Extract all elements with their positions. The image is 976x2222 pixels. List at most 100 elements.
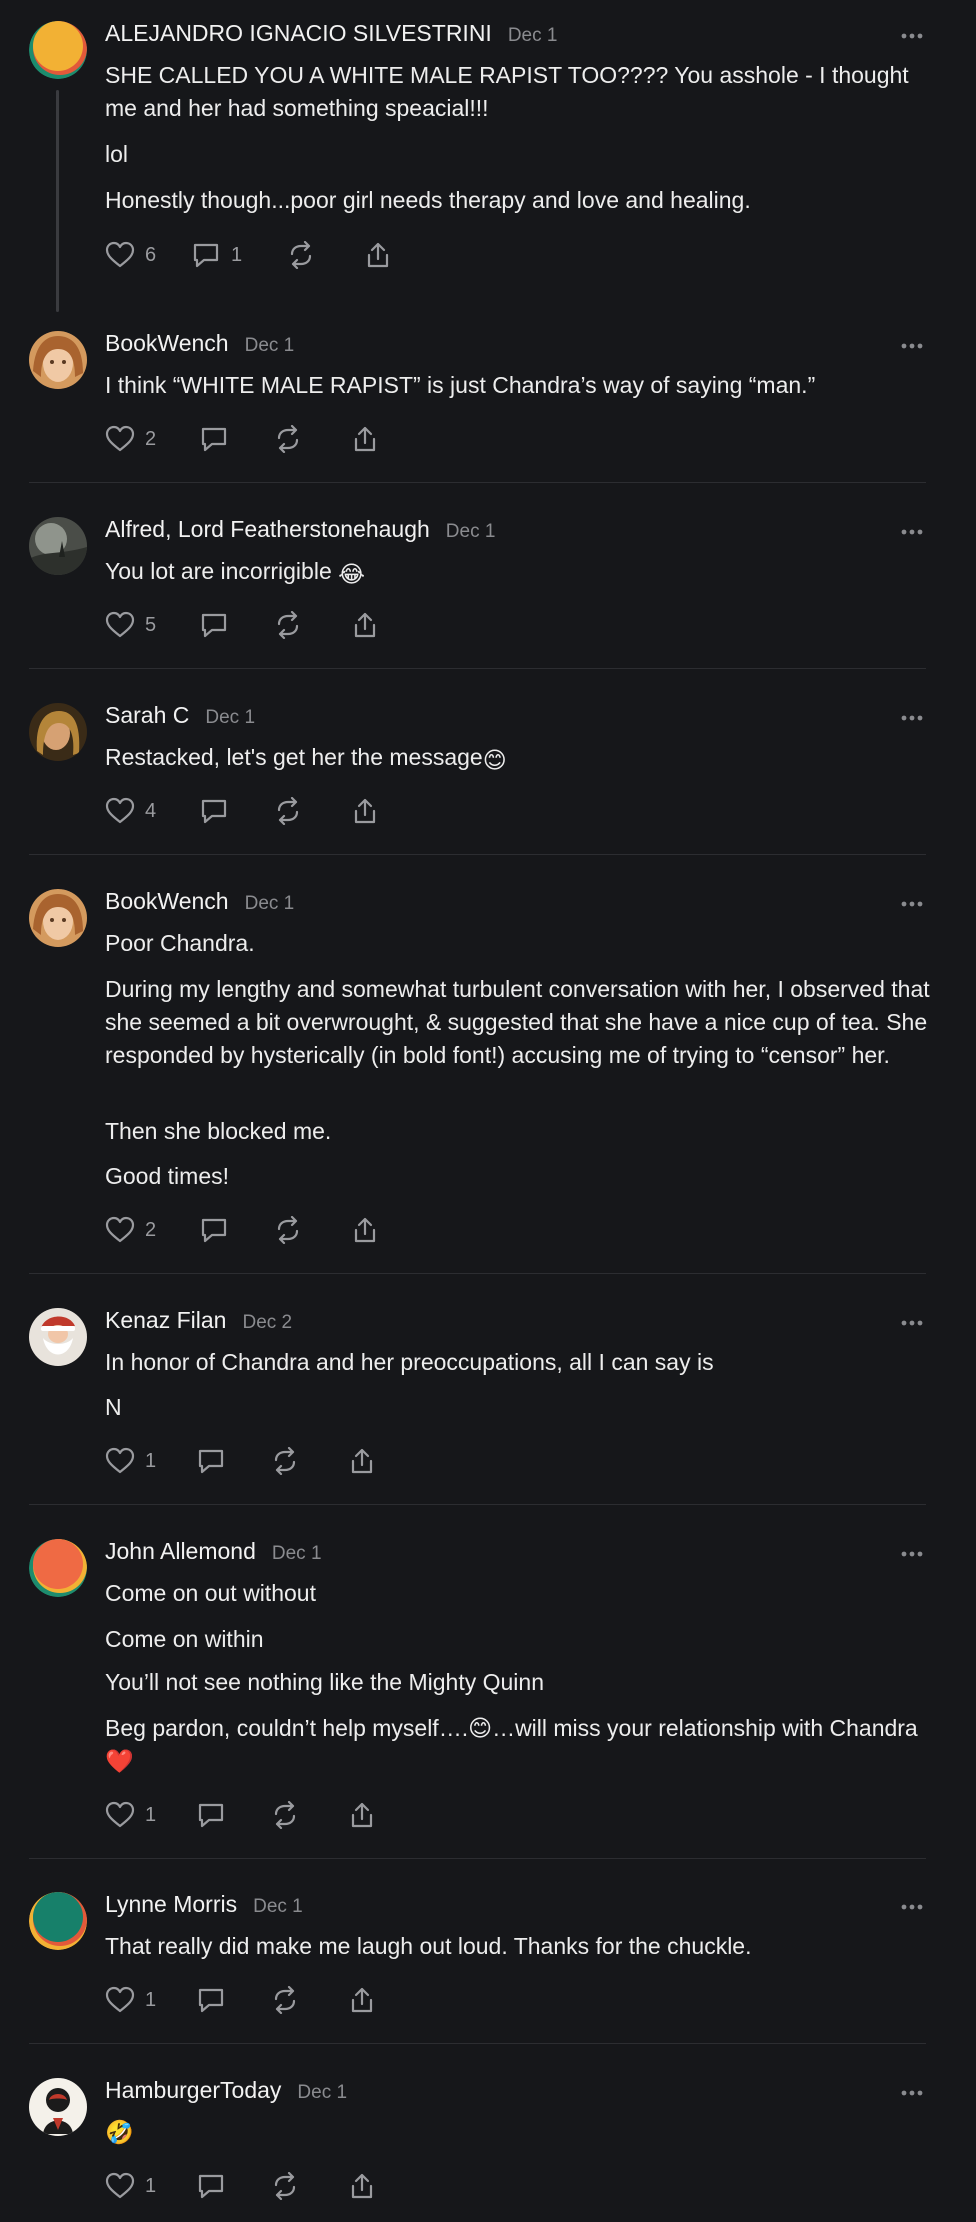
author-name[interactable]: BookWench xyxy=(105,888,229,915)
reply-button[interactable] xyxy=(196,1983,226,2017)
comment-date[interactable]: Dec 1 xyxy=(245,893,295,915)
like-count: 1 xyxy=(145,1803,157,1826)
share-icon xyxy=(351,2173,373,2199)
restack-button[interactable] xyxy=(270,2169,300,2203)
like-button[interactable]: 4 xyxy=(105,794,156,828)
author-name[interactable]: Lynne Morris xyxy=(105,1891,237,1918)
more-options-icon[interactable] xyxy=(900,341,924,351)
reply-button[interactable] xyxy=(196,2169,226,2203)
like-button[interactable]: 2 xyxy=(105,1213,156,1247)
more-options-icon[interactable] xyxy=(900,1549,924,1559)
restack-button[interactable] xyxy=(270,1798,300,1832)
portrait-avatar-icon xyxy=(29,331,87,389)
like-button[interactable]: 5 xyxy=(105,608,156,642)
more-options-icon[interactable] xyxy=(900,1318,924,1328)
comment-date[interactable]: Dec 1 xyxy=(272,1543,322,1565)
avatar[interactable] xyxy=(29,21,87,79)
comment-date[interactable]: Dec 1 xyxy=(508,25,558,47)
author-name[interactable]: John Allemond xyxy=(105,1538,256,1565)
share-button[interactable] xyxy=(350,794,380,828)
more-options-icon[interactable] xyxy=(900,1902,924,1912)
avatar[interactable] xyxy=(29,703,87,761)
more-options-icon[interactable] xyxy=(900,31,924,41)
restack-button[interactable] xyxy=(270,1983,300,2017)
more-options-icon[interactable] xyxy=(900,527,924,537)
share-icon xyxy=(354,1217,376,1243)
like-button[interactable]: 1 xyxy=(105,1983,156,2017)
restack-button[interactable] xyxy=(273,608,303,642)
author-name[interactable]: ALEJANDRO IGNACIO SILVESTRINI xyxy=(105,20,492,47)
reply-button[interactable] xyxy=(199,794,229,828)
like-button[interactable]: 1 xyxy=(105,1798,156,1832)
share-button[interactable] xyxy=(350,608,380,642)
comment-text: Good times! xyxy=(105,1163,229,1189)
comment-text: During my lengthy and somewhat turbulent… xyxy=(105,976,930,1068)
like-count: 1 xyxy=(145,2174,157,2197)
reply-button[interactable] xyxy=(199,608,229,642)
share-button[interactable] xyxy=(363,238,393,272)
restack-button[interactable] xyxy=(286,238,316,272)
avatar[interactable] xyxy=(29,889,87,947)
thread-line xyxy=(56,90,59,312)
divider xyxy=(29,2043,926,2044)
avatar[interactable] xyxy=(29,1892,87,1950)
avatar[interactable] xyxy=(29,2078,87,2136)
author-name[interactable]: Kenaz Filan xyxy=(105,1307,226,1334)
comment-text: 🤣 xyxy=(105,2119,134,2145)
reply-button[interactable] xyxy=(199,422,229,456)
restack-icon xyxy=(277,611,299,639)
share-icon xyxy=(367,242,389,268)
comment-text: SHE CALLED YOU A WHITE MALE RAPIST TOO??… xyxy=(105,62,909,121)
comment-text: That really did make me laugh out loud. … xyxy=(105,1933,752,1959)
comment-date[interactable]: Dec 1 xyxy=(253,1896,303,1918)
reply-button[interactable] xyxy=(199,1213,229,1247)
reply-button[interactable]: 1 xyxy=(191,238,242,272)
heart-icon xyxy=(105,1986,135,2013)
share-button[interactable] xyxy=(350,1213,380,1247)
avatar[interactable] xyxy=(29,1539,87,1597)
share-button[interactable] xyxy=(347,1983,377,2017)
restack-button[interactable] xyxy=(273,794,303,828)
share-button[interactable] xyxy=(347,1798,377,1832)
more-options-icon[interactable] xyxy=(900,2088,924,2098)
comment-date[interactable]: Dec 2 xyxy=(242,1312,292,1334)
like-button[interactable]: 1 xyxy=(105,1444,156,1478)
restack-icon xyxy=(290,241,312,269)
comment-header: BookWench Dec 1 xyxy=(105,330,294,364)
author-name[interactable]: HamburgerToday xyxy=(105,2077,281,2104)
like-button[interactable]: 1 xyxy=(105,2169,156,2203)
comment-date[interactable]: Dec 1 xyxy=(446,521,496,543)
reply-count: 1 xyxy=(231,243,243,266)
share-button[interactable] xyxy=(347,1444,377,1478)
avatar[interactable] xyxy=(29,1308,87,1366)
comment-date[interactable]: Dec 1 xyxy=(245,335,295,357)
share-icon xyxy=(354,426,376,452)
avatar-gradient-icon xyxy=(29,1892,87,1950)
comment-date[interactable]: Dec 1 xyxy=(205,707,255,729)
restack-icon xyxy=(277,797,299,825)
comment-bubble-icon xyxy=(201,799,227,824)
divider xyxy=(29,1273,926,1274)
comment-text: Beg pardon, couldn’t help myself….😊…will… xyxy=(105,1715,918,1774)
reply-button[interactable] xyxy=(196,1444,226,1478)
more-options-icon[interactable] xyxy=(900,899,924,909)
share-button[interactable] xyxy=(350,422,380,456)
avatar[interactable] xyxy=(29,331,87,389)
like-button[interactable]: 6 xyxy=(105,238,156,272)
author-name[interactable]: Sarah C xyxy=(105,702,189,729)
divider xyxy=(29,1504,926,1505)
restack-button[interactable] xyxy=(270,1444,300,1478)
comment-bubble-icon xyxy=(198,1988,224,2013)
comment-text: Come on out without xyxy=(105,1580,316,1606)
restack-button[interactable] xyxy=(273,422,303,456)
author-name[interactable]: Alfred, Lord Featherstonehaugh xyxy=(105,516,430,543)
comment-date[interactable]: Dec 1 xyxy=(297,2082,347,2104)
share-button[interactable] xyxy=(347,2169,377,2203)
more-options-icon[interactable] xyxy=(900,713,924,723)
comment-bubble-icon xyxy=(198,2174,224,2199)
avatar[interactable] xyxy=(29,517,87,575)
like-button[interactable]: 2 xyxy=(105,422,156,456)
restack-button[interactable] xyxy=(273,1213,303,1247)
author-name[interactable]: BookWench xyxy=(105,330,229,357)
reply-button[interactable] xyxy=(196,1798,226,1832)
